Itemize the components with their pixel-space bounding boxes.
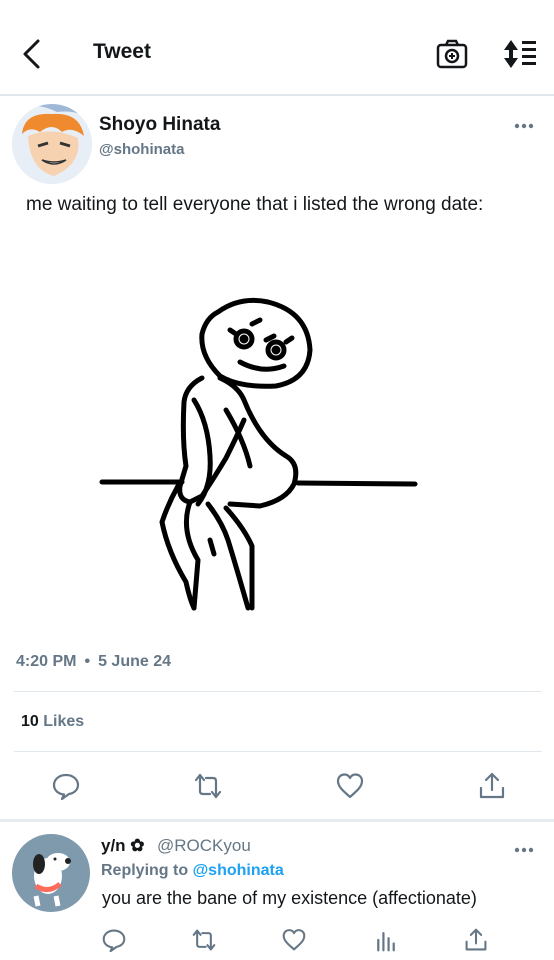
likes-number: 10 — [21, 713, 39, 730]
section-separator — [0, 819, 554, 822]
sort-icon[interactable] — [502, 38, 538, 70]
reply-avatar[interactable] — [12, 834, 90, 912]
heart-icon[interactable] — [282, 928, 306, 952]
reply-author-handle[interactable]: @ROCKyou — [157, 836, 251, 856]
likes-count[interactable]: 10 Likes — [21, 713, 84, 731]
comment-icon[interactable] — [52, 772, 80, 800]
retweet-icon[interactable] — [194, 772, 222, 800]
reply-text: you are the bane of my existence (affect… — [102, 888, 477, 908]
tweet-image[interactable] — [90, 290, 430, 620]
author-name[interactable]: Shoyo Hinata — [99, 114, 220, 136]
avatar[interactable] — [12, 104, 92, 184]
tweet-text: me waiting to tell everyone that i liste… — [26, 194, 484, 215]
page-title: Tweet — [93, 40, 151, 63]
tweet-time: 4:20 PM — [16, 653, 77, 670]
retweet-icon[interactable] — [192, 928, 216, 952]
share-icon[interactable] — [478, 772, 506, 800]
analytics-icon[interactable] — [374, 928, 398, 952]
camera-icon[interactable] — [436, 38, 468, 70]
reply-author-name[interactable]: y/n ✿ — [101, 836, 145, 856]
heart-icon[interactable] — [336, 772, 364, 800]
chevron-left-icon[interactable] — [18, 38, 46, 70]
divider — [14, 751, 542, 752]
top-bar: Tweet — [0, 0, 554, 96]
author-handle[interactable]: @shohinata — [99, 141, 184, 158]
replying-mention[interactable]: @shohinata — [193, 862, 284, 879]
tweet-timestamp: 4:20 PM • 5 June 24 — [16, 653, 172, 670]
share-icon[interactable] — [464, 928, 488, 952]
likes-label: Likes — [43, 713, 85, 730]
replying-to: Replying to @shohinata — [101, 862, 284, 880]
divider — [14, 691, 542, 692]
more-horizontal-icon[interactable] — [513, 844, 535, 856]
tweet-date: 5 June 24 — [98, 653, 172, 670]
more-horizontal-icon[interactable] — [513, 120, 535, 132]
replying-prefix: Replying to — [101, 862, 189, 879]
comment-icon[interactable] — [102, 928, 126, 952]
